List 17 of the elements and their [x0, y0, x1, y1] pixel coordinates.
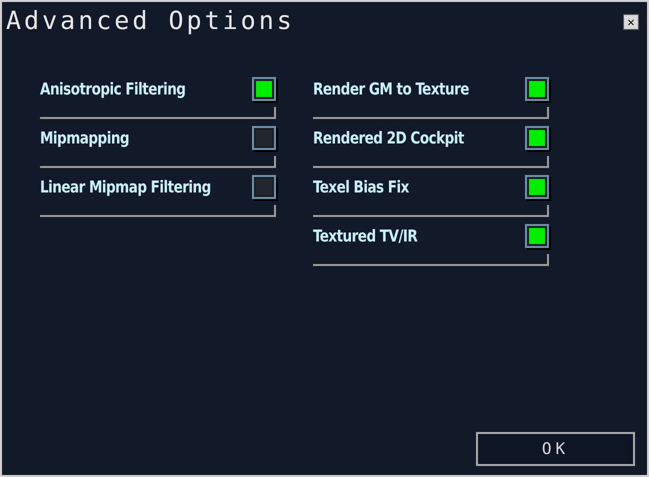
checkbox[interactable]	[525, 175, 549, 199]
option-label: Render GM to Texture	[313, 78, 469, 101]
ok-button[interactable]: OK	[476, 432, 635, 466]
option-label: Anisotropic Filtering	[40, 78, 186, 101]
option-label: Linear Mipmap Filtering	[40, 176, 211, 199]
checkbox[interactable]	[525, 126, 549, 150]
checkbox[interactable]	[252, 77, 276, 101]
option-label: Texel Bias Fix	[313, 176, 409, 199]
close-button[interactable]: ✕	[623, 14, 639, 30]
checkbox[interactable]	[525, 224, 549, 248]
checkbox[interactable]	[252, 175, 276, 199]
checkbox[interactable]	[252, 126, 276, 150]
option-label: Mipmapping	[40, 126, 130, 150]
option-label: Rendered 2D Cockpit	[313, 126, 464, 150]
window-title: Advanced Options	[6, 8, 295, 33]
option-label: Textured TV/IR	[313, 224, 418, 248]
checkbox[interactable]	[525, 77, 549, 101]
